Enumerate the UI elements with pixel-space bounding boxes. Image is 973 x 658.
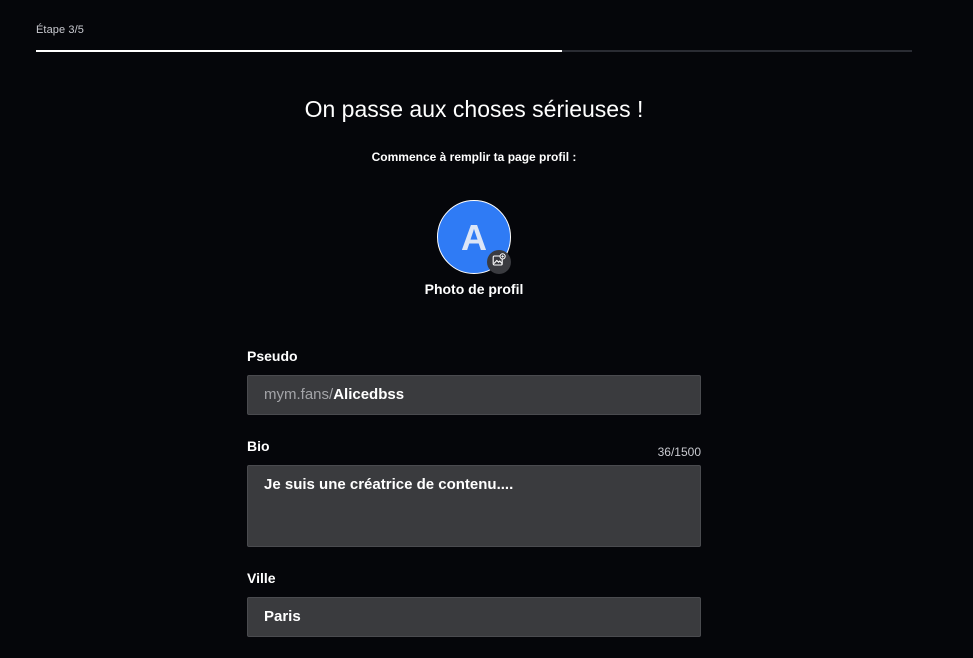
pseudo-input-text: mym.fans/Alicedbss: [264, 386, 404, 403]
bio-value: Je suis une créatrice de contenu....: [264, 476, 514, 493]
pseudo-label: Pseudo: [247, 348, 298, 364]
image-add-icon: [492, 252, 506, 272]
ville-value: Paris: [264, 608, 301, 625]
profile-photo-label: Photo de profil: [424, 281, 524, 297]
page-title: On passe aux choses sérieuses !: [304, 96, 644, 122]
page-subtitle: Commence à remplir ta page profil :: [371, 150, 577, 164]
step-label: Étape 3/5: [36, 24, 84, 36]
pseudo-input[interactable]: mym.fans/Alicedbss: [247, 375, 701, 415]
onboarding-page: Étape 3/5 On passe aux choses sérieuses …: [0, 0, 973, 658]
change-photo-button[interactable]: [487, 250, 511, 274]
progress-bar-fill: [36, 50, 562, 52]
bio-label: Bio: [247, 438, 270, 454]
avatar-initial: A: [461, 217, 487, 258]
bio-textarea[interactable]: Je suis une créatrice de contenu....: [247, 465, 701, 547]
bio-char-counter: 36/1500: [657, 445, 701, 459]
ville-label: Ville: [247, 570, 276, 586]
ville-input[interactable]: Paris: [247, 597, 701, 637]
progress-bar: [36, 50, 912, 52]
pseudo-value: Alicedbss: [333, 386, 405, 403]
pseudo-prefix: mym.fans/: [264, 386, 334, 403]
